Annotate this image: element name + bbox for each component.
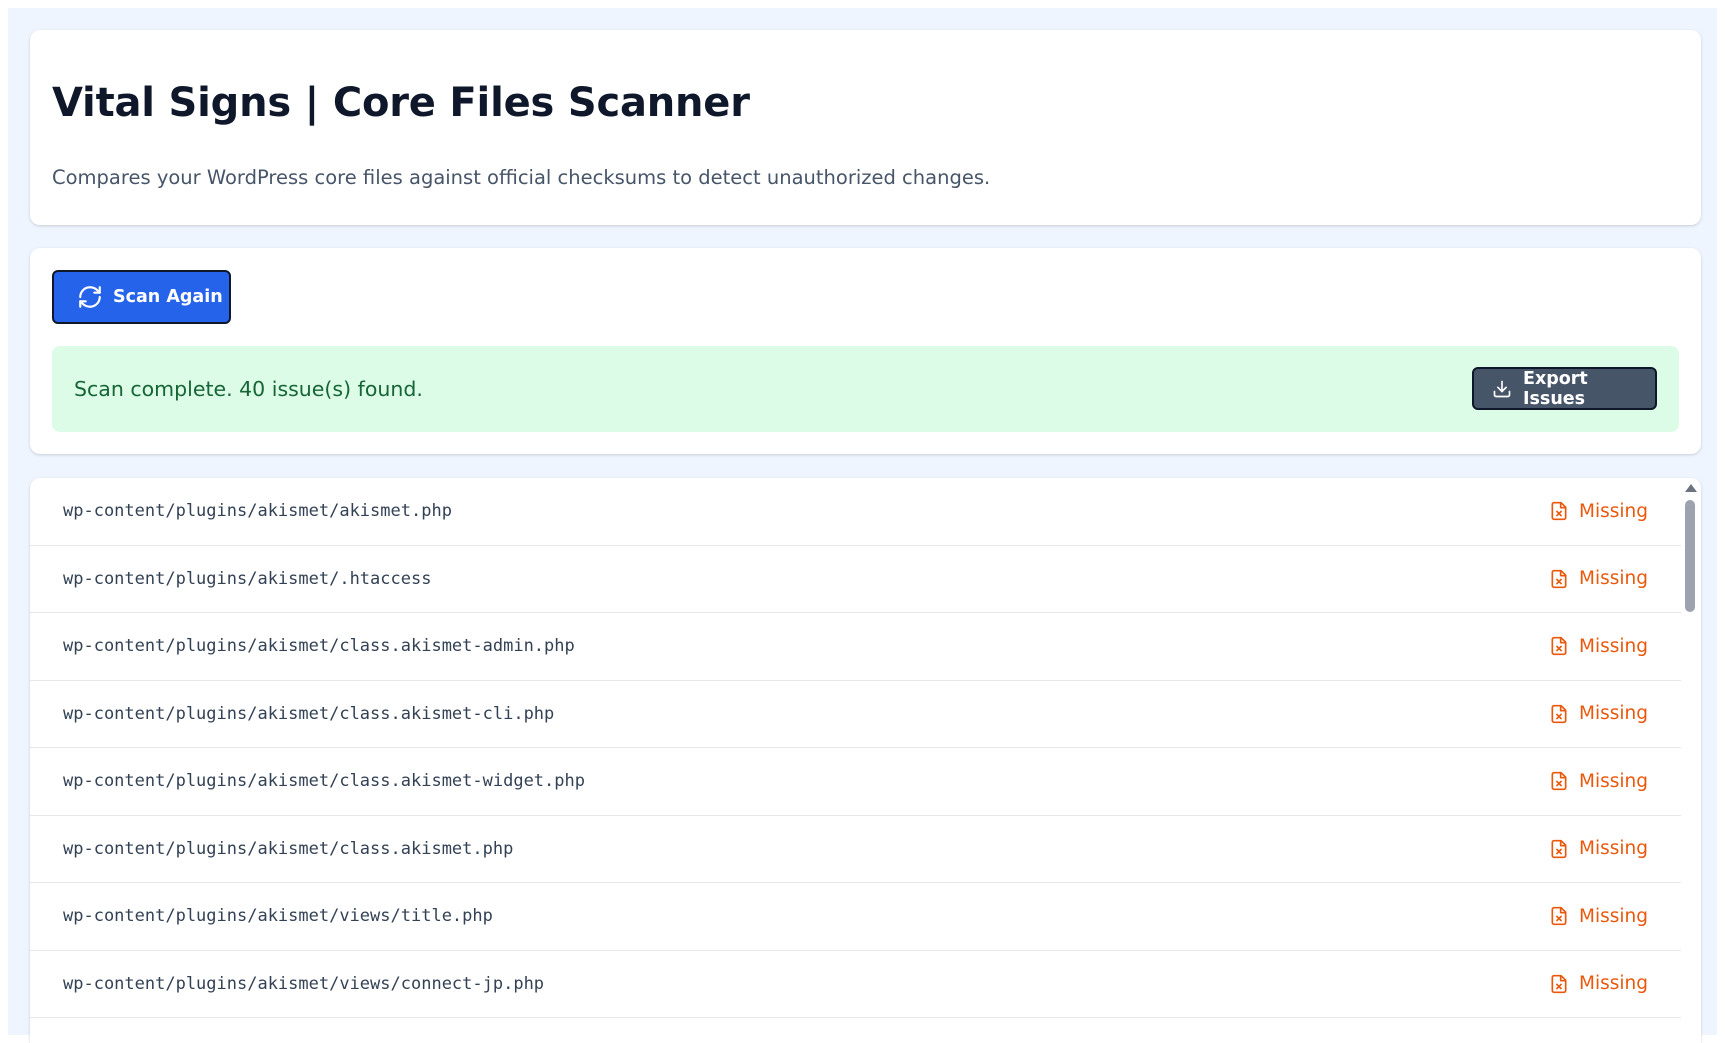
page-description: Compares your WordPress core files again…: [52, 166, 991, 189]
status-missing: Missing: [1549, 568, 1648, 590]
status-label: Missing: [1579, 635, 1648, 657]
status-missing: Missing: [1549, 770, 1648, 792]
file-x-icon: [1549, 703, 1569, 725]
file-path: wp-content/plugins/akismet/class.akismet…: [63, 636, 575, 657]
scrollbar[interactable]: [1683, 478, 1697, 1043]
file-path: wp-content/plugins/akismet/views/title.p…: [63, 906, 493, 927]
file-x-icon: [1549, 568, 1569, 590]
status-message: Scan complete. 40 issue(s) found.: [74, 377, 423, 401]
status-label: Missing: [1579, 770, 1648, 792]
file-x-icon: [1549, 635, 1569, 657]
refresh-icon: [77, 284, 103, 310]
table-row: wp-content/plugins/akismet/class.akismet…: [30, 816, 1681, 883]
table-row: wp-content/plugins/akismet/views/title.p…: [30, 883, 1681, 951]
scan-again-label: Scan Again: [113, 287, 223, 307]
issues-rows: wp-content/plugins/akismet/akismet.php Mi…: [30, 478, 1681, 1018]
scrollbar-thumb[interactable]: [1685, 500, 1695, 612]
file-path: wp-content/plugins/akismet/.htaccess: [63, 568, 432, 589]
download-icon: [1492, 379, 1512, 399]
status-label: Missing: [1579, 568, 1648, 590]
table-row: wp-content/plugins/akismet/class.akismet…: [30, 681, 1681, 748]
file-path: wp-content/plugins/akismet/class.akismet…: [63, 771, 585, 792]
page-title: Vital Signs | Core Files Scanner: [52, 80, 750, 126]
status-banner: Scan complete. 40 issue(s) found. Export…: [52, 346, 1679, 432]
table-row: wp-content/plugins/akismet/views/connect…: [30, 951, 1681, 1018]
status-missing: Missing: [1549, 635, 1648, 657]
file-path: wp-content/plugins/akismet/akismet.php: [63, 501, 452, 522]
file-path: wp-content/plugins/akismet/class.akismet…: [63, 703, 555, 724]
file-x-icon: [1549, 838, 1569, 860]
file-x-icon: [1549, 770, 1569, 792]
status-missing: Missing: [1549, 905, 1648, 927]
export-issues-button[interactable]: Export Issues: [1472, 367, 1657, 410]
export-issues-label: Export Issues: [1523, 368, 1588, 409]
issues-list: wp-content/plugins/akismet/akismet.php Mi…: [30, 478, 1701, 1043]
status-missing: Missing: [1549, 973, 1648, 995]
file-path: wp-content/plugins/akismet/views/connect…: [63, 973, 545, 994]
page-background: Vital Signs | Core Files Scanner Compare…: [8, 8, 1717, 1043]
scan-again-button[interactable]: Scan Again: [52, 270, 231, 324]
table-row: wp-content/plugins/akismet/.htaccess Miss…: [30, 546, 1681, 613]
status-missing: Missing: [1549, 500, 1648, 522]
status-label: Missing: [1579, 703, 1648, 725]
table-row: wp-content/plugins/akismet/class.akismet…: [30, 748, 1681, 816]
header-card: Vital Signs | Core Files Scanner Compare…: [30, 30, 1701, 225]
status-missing: Missing: [1549, 838, 1648, 860]
status-missing: Missing: [1549, 703, 1648, 725]
actions-card: Scan Again Scan complete. 40 issue(s) fo…: [30, 248, 1701, 454]
scroll-up-arrow-icon[interactable]: [1685, 484, 1697, 492]
file-x-icon: [1549, 500, 1569, 522]
status-label: Missing: [1579, 500, 1648, 522]
file-x-icon: [1549, 973, 1569, 995]
table-row: wp-content/plugins/akismet/akismet.php Mi…: [30, 478, 1681, 546]
file-path: wp-content/plugins/akismet/class.akismet…: [63, 838, 514, 859]
table-row: wp-content/plugins/akismet/class.akismet…: [30, 613, 1681, 681]
status-label: Missing: [1579, 838, 1648, 860]
status-label: Missing: [1579, 973, 1648, 995]
status-label: Missing: [1579, 905, 1648, 927]
file-x-icon: [1549, 905, 1569, 927]
